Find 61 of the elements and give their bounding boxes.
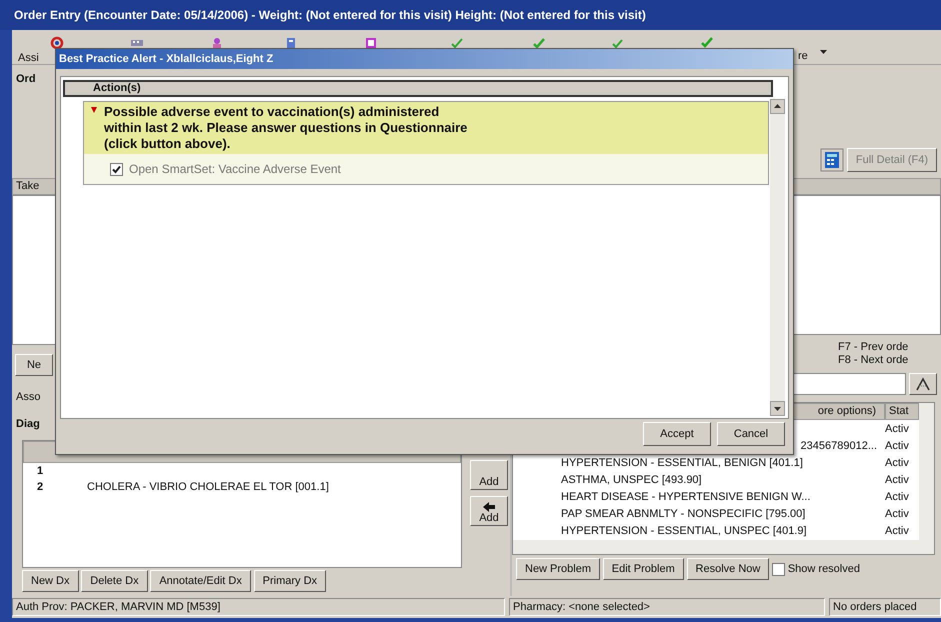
check-icon[interactable]	[700, 36, 714, 50]
table-cell-text: Activ	[885, 456, 909, 471]
toolbar-label: re	[798, 49, 808, 64]
alert-message: Possible adverse event to vaccination(s) administered within last 2 wk. Please answer questions in Questionnaire (click button above).	[104, 104, 468, 151]
column-header: Stat	[885, 403, 919, 420]
table-cell-text: HEART DISEASE - HYPERTENSIVE BENIGN W...	[561, 490, 810, 505]
section-label: Ord	[16, 73, 36, 85]
status-panel: Auth Prov: PACKER, MARVIN MD [M539]	[12, 598, 505, 616]
delta-icon	[916, 377, 930, 391]
form-icon[interactable]	[364, 36, 378, 50]
add-button[interactable]: Add	[470, 496, 508, 526]
table-cell-text: Activ	[885, 473, 909, 488]
dialog-button[interactable]: Accept	[643, 422, 711, 446]
add-button[interactable]: Add	[470, 460, 508, 490]
toolbar-label: Assi	[18, 51, 39, 66]
table-cell-text: PAP SMEAR ABNMLTY - NONSPECIFIC [795.00]	[561, 507, 806, 522]
status-panel: No orders placed	[829, 598, 941, 616]
marker-icon	[91, 107, 97, 113]
status-panel: Pharmacy: <none selected>	[509, 598, 825, 616]
check-icon[interactable]	[532, 36, 546, 50]
table-cell-text: 2	[36, 480, 44, 495]
caret-icon[interactable]	[820, 50, 827, 54]
table-cell-text: 1	[36, 464, 44, 479]
window-title: Order Entry (Encounter Date: 05/14/2006) - Weight: (Not entered for this visit) Height: (Not entered for this visit)	[0, 0, 941, 30]
table-cell-text: Activ	[885, 422, 909, 437]
shortcut-hint: F7 - Prev orde	[838, 341, 910, 354]
diagnosis-button[interactable]: Primary Dx	[254, 570, 326, 592]
horizontal-scrollbar[interactable]	[513, 540, 919, 554]
table-cell-text: CHOLERA - VIBRIO CHOLERAE EL TOR [001.1]	[87, 480, 329, 495]
table-cell-text: Activ	[885, 490, 909, 505]
search-button[interactable]	[909, 373, 937, 395]
checkbox-label: Open SmartSet: Vaccine Adverse Event	[129, 161, 341, 178]
shortcut-hint: F8 - Next orde	[838, 354, 910, 367]
problem-button[interactable]: Resolve Now	[686, 558, 770, 580]
problem-button[interactable]: Edit Problem	[602, 558, 684, 580]
checkbox[interactable]	[110, 162, 123, 176]
check-icon[interactable]	[450, 36, 464, 50]
table-cell-text: ASTHMA, UNSPEC [493.90]	[561, 473, 702, 488]
problem-button[interactable]: New Problem	[516, 558, 600, 580]
dialog-button[interactable]: Cancel	[717, 422, 785, 446]
checkbox[interactable]	[772, 562, 786, 576]
dialog-title: Best Practice Alert - Xblallciclaus,Eight Z	[56, 49, 793, 69]
table-cell-text: Activ	[885, 524, 909, 539]
table-cell-text: 23456789012...	[800, 439, 877, 454]
checkbox-label: Show resolved	[788, 562, 860, 577]
table-cell-text: HYPERTENSION - ESSENTIAL, UNSPEC [401.9]	[561, 524, 807, 539]
diagnosis-button[interactable]: Annotate/Edit Dx	[150, 570, 251, 592]
vertical-scrollbar[interactable]	[770, 99, 785, 416]
target-icon[interactable]	[50, 36, 64, 50]
table-cell-text: HYPERTENSION - ESSENTIAL, BENIGN [401.1]	[561, 456, 803, 471]
diagnosis-button[interactable]: New Dx	[22, 570, 79, 592]
table-cell-text: Activ	[885, 439, 909, 454]
diagnosis-button[interactable]: Delete Dx	[81, 570, 148, 592]
vertical-scrollbar[interactable]	[919, 403, 934, 554]
document-icon[interactable]	[284, 36, 298, 50]
section-label: Asso	[16, 391, 40, 403]
calculator-icon[interactable]	[820, 148, 844, 172]
section-label: Diag	[16, 418, 40, 430]
table-cell-text: Activ	[885, 507, 909, 522]
new-button[interactable]: Ne	[15, 354, 53, 376]
column-header: Action(s)	[63, 80, 773, 97]
